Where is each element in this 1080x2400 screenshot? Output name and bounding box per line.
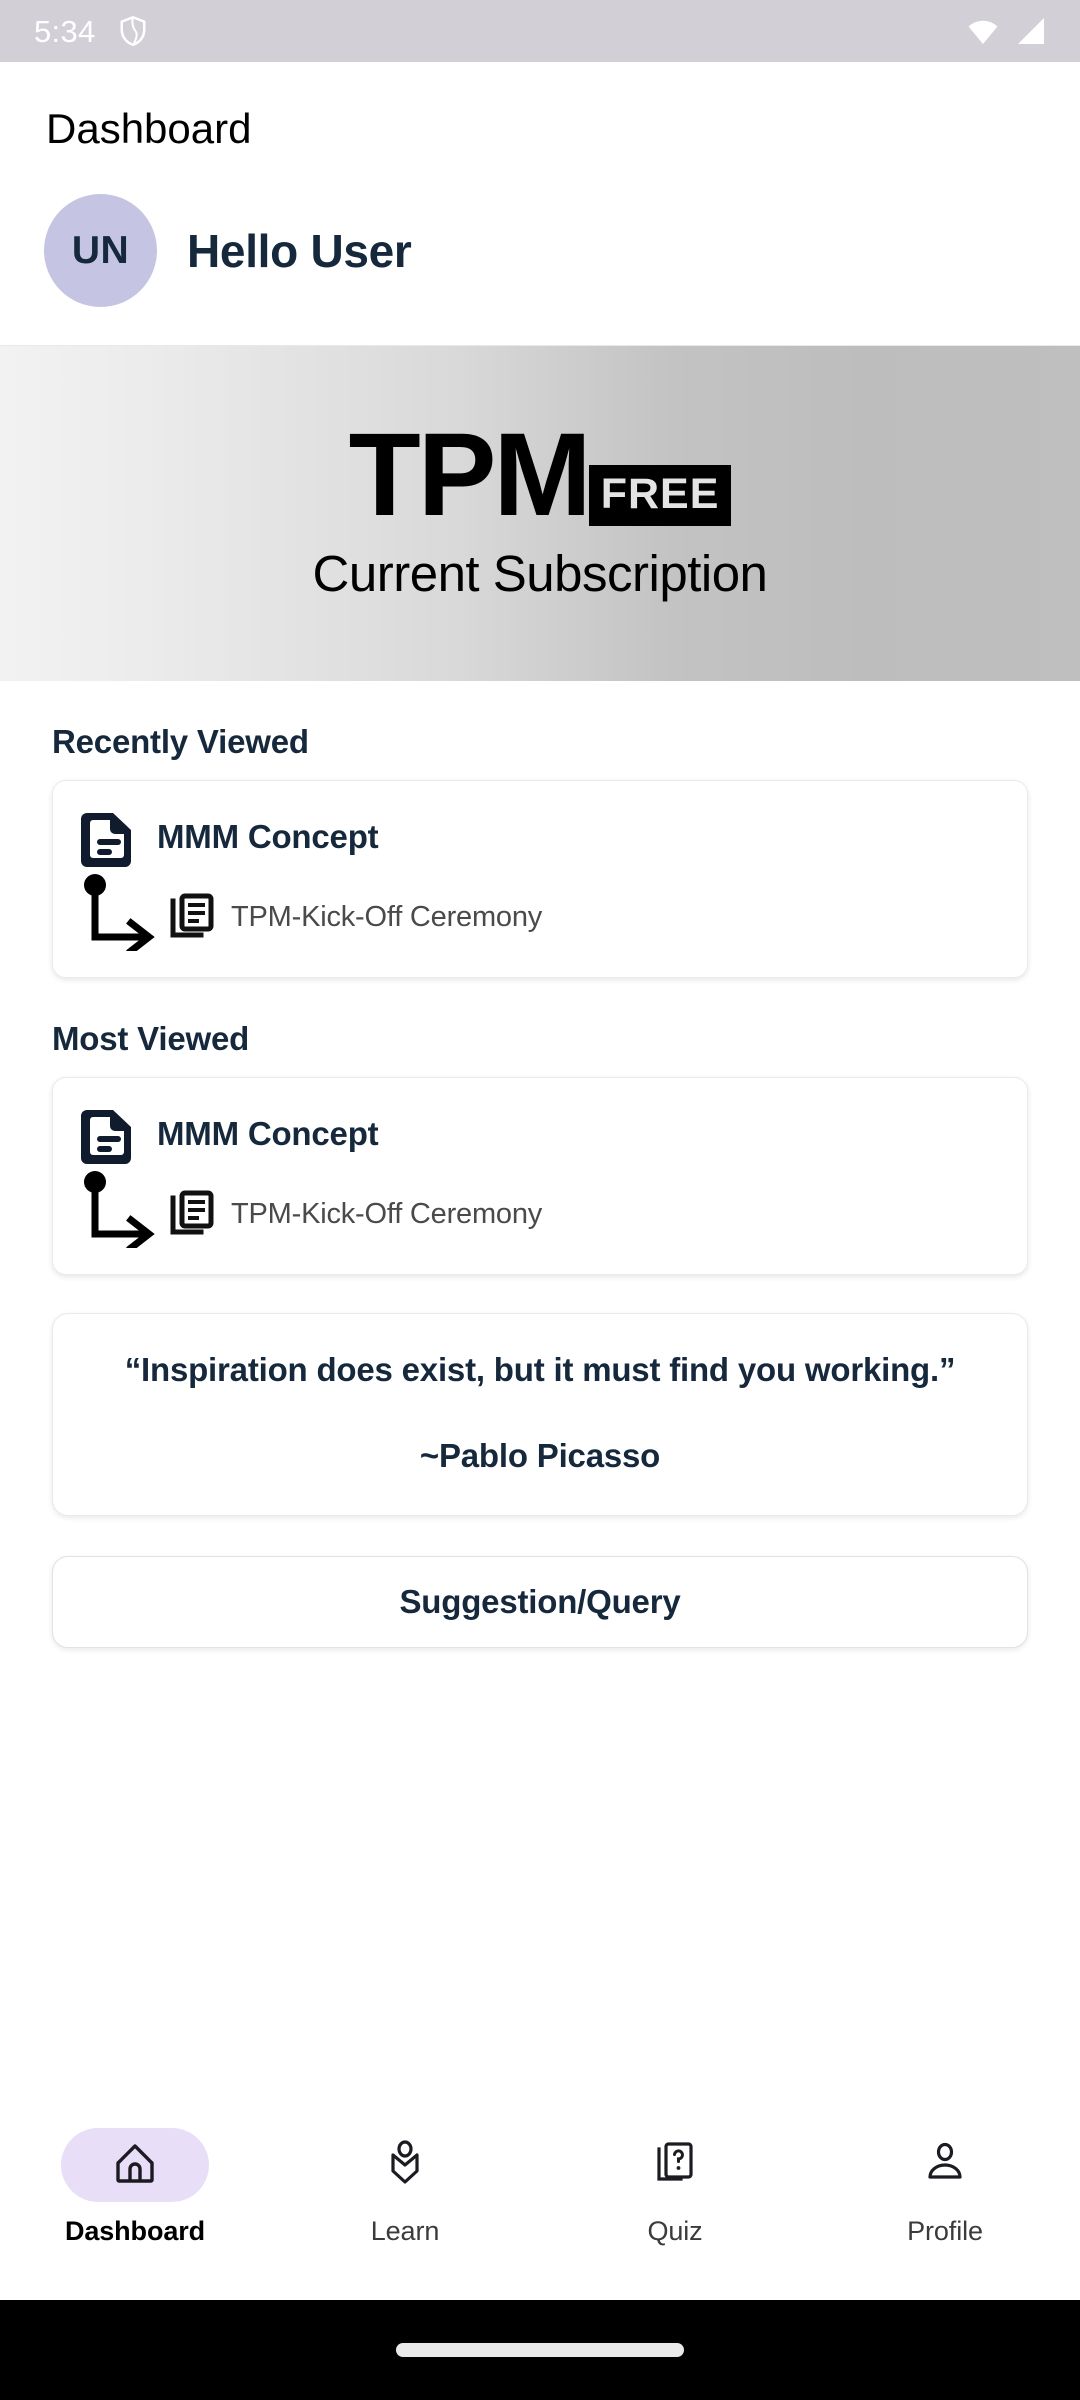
quiz-card-question-icon (651, 2139, 699, 2192)
nav-label-profile: Profile (907, 2216, 983, 2246)
nav-pill-dashboard[interactable] (61, 2128, 209, 2202)
article-list-icon (169, 893, 215, 941)
avatar[interactable]: UN (44, 194, 157, 308)
card-sub-label: TPM-Kick-Off Ceremony (231, 1197, 543, 1230)
tree-connector-arrow (79, 873, 161, 952)
system-gesture-bar (0, 2300, 1080, 2400)
status-bar-left: 5:34 (34, 14, 148, 48)
nav-label-quiz: Quiz (647, 2216, 703, 2246)
card-main-label: MMM Concept (157, 818, 379, 856)
book-bookmark-icon (381, 2139, 429, 2192)
nav-label-learn: Learn (370, 2216, 440, 2246)
status-bar: 5:34 (0, 0, 1080, 62)
wifi-icon (966, 17, 1000, 45)
nav-item-dashboard[interactable]: Dashboard (0, 2128, 270, 2247)
home-icon (111, 2139, 159, 2192)
card-sub-row[interactable]: TPM-Kick-Off Ceremony (169, 893, 542, 951)
nav-item-learn[interactable]: Learn (270, 2128, 540, 2247)
status-bar-right (966, 17, 1046, 45)
quote-card: “Inspiration does exist, but it must fin… (52, 1313, 1028, 1517)
user-greeting-row[interactable]: UN Hello User (44, 194, 1036, 317)
card-sub-label: TPM-Kick-Off Ceremony (231, 900, 543, 933)
article-list-icon (169, 1190, 215, 1238)
cellular-signal-icon (1014, 17, 1046, 45)
nav-pill-learn[interactable] (331, 2128, 479, 2202)
card-sub-wrap: TPM-Kick-Off Ceremony (79, 873, 1001, 952)
quote-author: ~Pablo Picasso (419, 1437, 661, 1475)
greeting-text: Hello User (187, 224, 412, 277)
page-title: Dashboard (46, 105, 252, 152)
document-icon (79, 1102, 139, 1166)
shield-icon (118, 14, 148, 48)
gesture-home-pill[interactable] (396, 2343, 684, 2357)
nav-item-quiz[interactable]: Quiz (540, 2128, 810, 2247)
most-viewed-card[interactable]: MMM Concept TPM-Kick-Off Ceremony (52, 1077, 1028, 1276)
card-main-label: MMM Concept (157, 1115, 379, 1153)
subscription-tier-badge: FREE (588, 465, 732, 527)
nav-label-dashboard: Dashboard (64, 2216, 206, 2246)
document-icon (79, 805, 139, 869)
recently-viewed-card[interactable]: MMM Concept TPM-Kick-Off Ceremony (52, 780, 1028, 979)
card-main-row[interactable]: MMM Concept (79, 1102, 1001, 1166)
card-sub-row[interactable]: TPM-Kick-Off Ceremony (169, 1190, 542, 1248)
card-sub-wrap: TPM-Kick-Off Ceremony (79, 1170, 1001, 1249)
banner-logo-text: TPM (348, 409, 592, 542)
subscription-banner[interactable]: TPM FREE Current Subscription (0, 346, 1080, 682)
app-header: Dashboard UN Hello User (0, 62, 1080, 347)
nav-pill-quiz[interactable] (601, 2128, 749, 2202)
bottom-navigation: Dashboard Learn Quiz Profile (0, 2110, 1080, 2300)
quote-text: “Inspiration does exist, but it must fin… (124, 1351, 956, 1389)
card-main-row[interactable]: MMM Concept (79, 805, 1001, 869)
section-title-most-viewed: Most Viewed (52, 1020, 250, 1058)
nav-pill-profile[interactable] (871, 2128, 1019, 2202)
banner-logo-row: TPM FREE (348, 409, 732, 542)
avatar-initials: UN (71, 228, 130, 272)
status-time: 5:34 (34, 13, 96, 49)
tree-connector-arrow (79, 1170, 161, 1249)
suggestion-query-button[interactable]: Suggestion/Query (52, 1556, 1028, 1649)
person-icon (921, 2139, 969, 2192)
main-content: Recently Viewed MMM Concept TPM-Kick-Off… (0, 723, 1080, 1649)
banner-subtitle: Current Subscription (312, 545, 768, 603)
nav-item-profile[interactable]: Profile (810, 2128, 1080, 2247)
section-title-recently-viewed: Recently Viewed (52, 723, 309, 761)
